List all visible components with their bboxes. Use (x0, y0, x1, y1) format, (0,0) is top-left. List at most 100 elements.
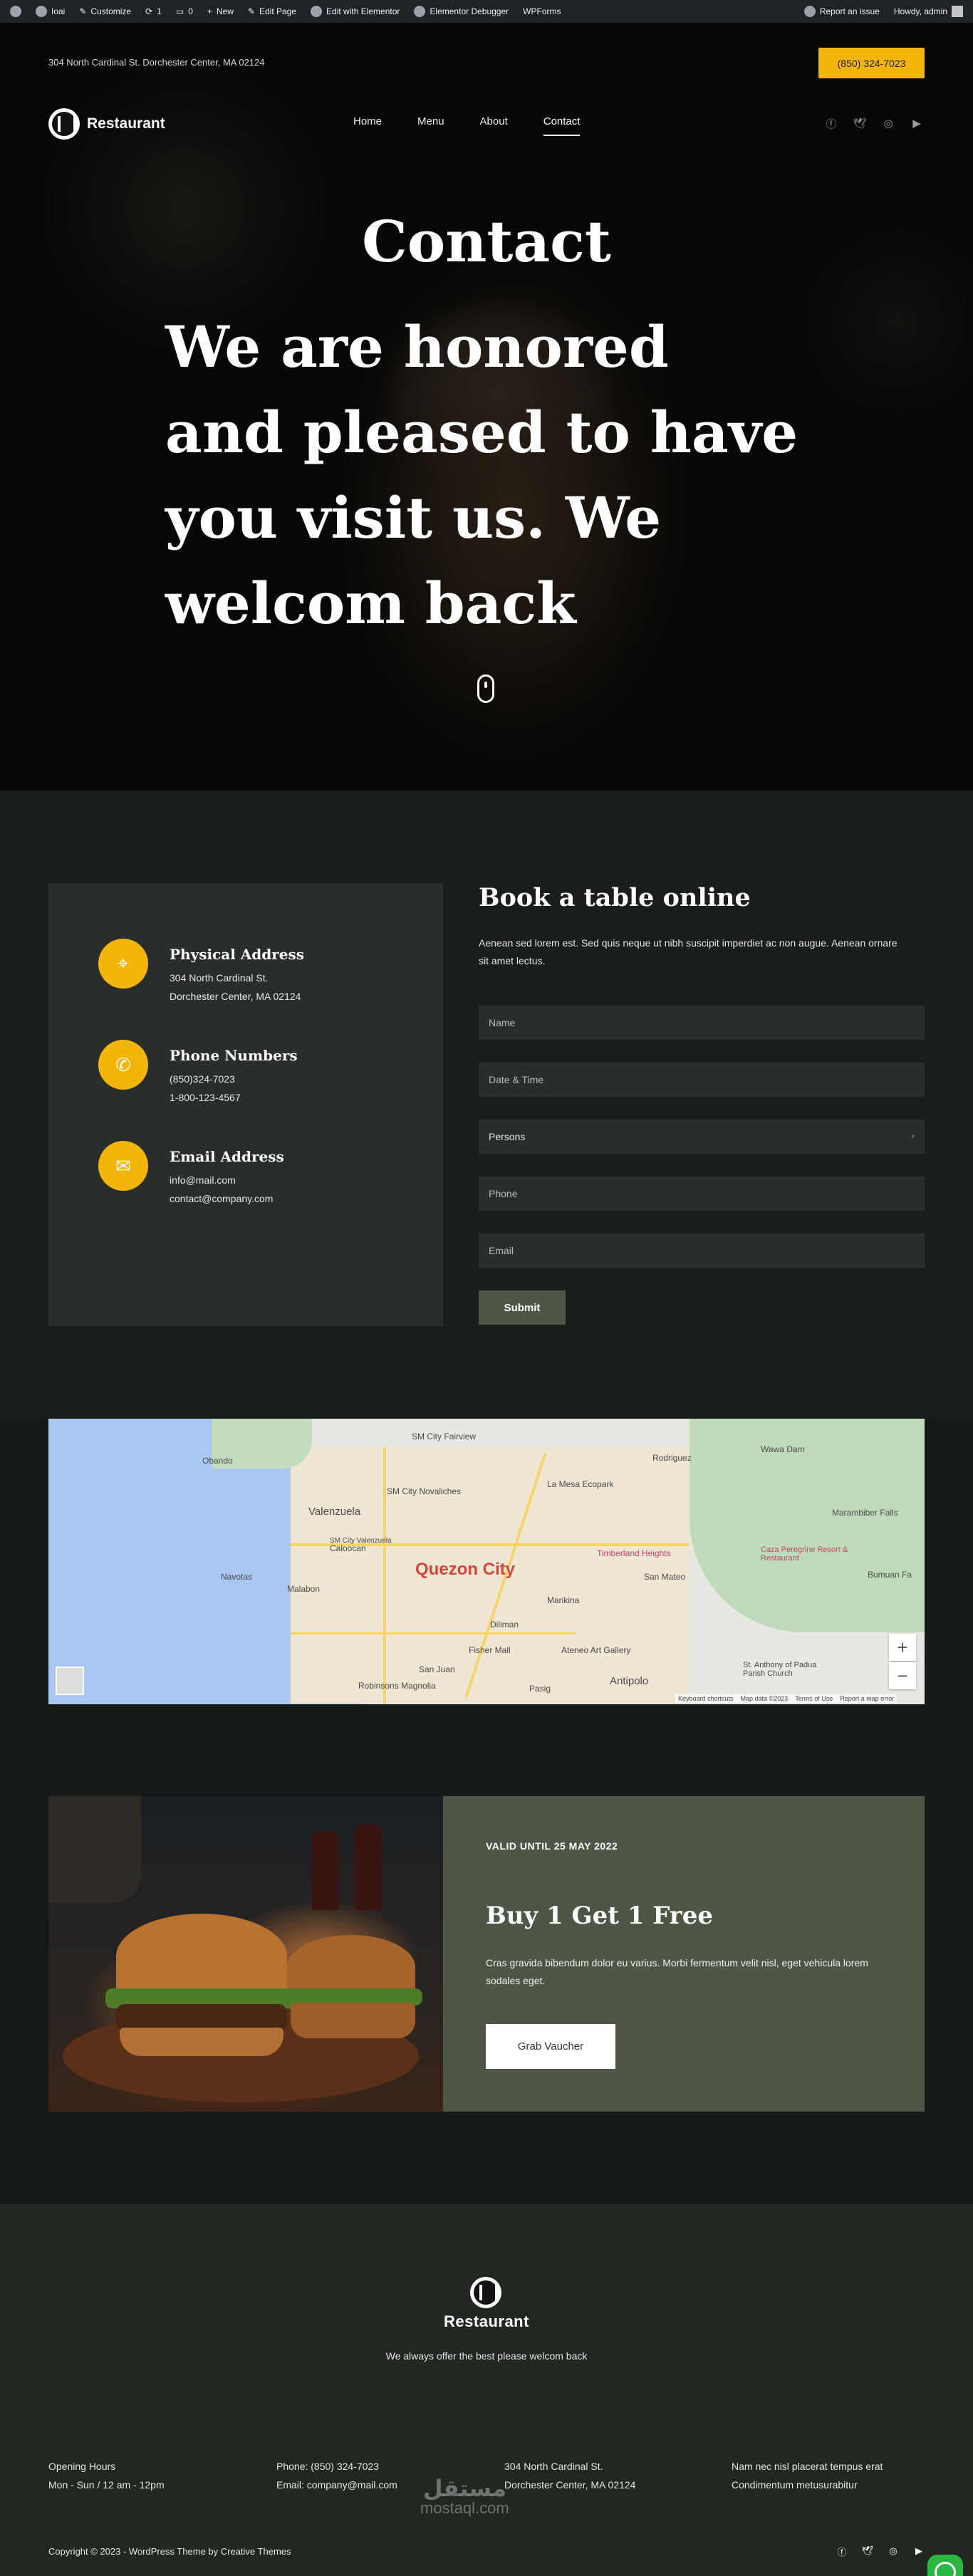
adminbar-howdy[interactable]: Howdy, admin (894, 6, 963, 17)
map-label: Wawa Dam (761, 1444, 805, 1454)
map-road (291, 1632, 576, 1634)
restaurant-logo-icon[interactable] (470, 2277, 501, 2308)
persons-select[interactable]: Persons ▾ (479, 1120, 925, 1154)
map-label: Caloocan (330, 1543, 366, 1553)
adminbar-new[interactable]: + New (207, 6, 234, 16)
footer-social-links: ⓕ 🕊 ◎ ▶ (836, 2545, 925, 2557)
map-label: Bumuan Fa (868, 1570, 912, 1580)
comment-icon: ▭ (175, 6, 184, 16)
map-label: St. Anthony of Padua Parish Church (743, 1661, 817, 1678)
info-address-line: Dorchester Center, MA 02124 (170, 991, 301, 1002)
burger-image (48, 1796, 443, 2112)
phone-input[interactable] (479, 1177, 925, 1211)
map-label: La Mesa Ecopark (547, 1479, 614, 1489)
plus-icon: + (207, 6, 212, 16)
instagram-icon[interactable]: ◎ (887, 2545, 900, 2557)
promo-section: VALID UNTIL 25 MAY 2022 Buy 1 Get 1 Free… (48, 1796, 925, 2112)
youtube-icon[interactable]: ▶ (912, 2545, 925, 2557)
promo-title: Buy 1 Get 1 Free (486, 1902, 713, 1930)
adminbar-updates[interactable]: ⟳ 1 (145, 6, 162, 16)
footer-address: 304 North Cardinal St. Dorchester Center… (504, 2461, 636, 2491)
adminbar-site-name[interactable]: Ioai (36, 6, 65, 17)
email-input[interactable] (479, 1234, 925, 1268)
wp-admin-bar: Ioai ✎ Customize ⟳ 1 ▭ 0 + New ✎ Edit Page Ed… (0, 0, 973, 23)
map-attribution: Keyboard shortcuts Map data ©2023 Terms … (675, 1694, 897, 1703)
header-address: 304 North Cardinal St. Dorchester Center… (48, 57, 265, 68)
site-brand[interactable]: Restaurant (48, 108, 165, 140)
info-email-line[interactable]: contact@company.com (170, 1189, 284, 1208)
elementor-icon (311, 6, 323, 17)
twitter-icon[interactable]: 🕊 (853, 117, 866, 130)
adminbar-edit-elementor[interactable]: Edit with Elementor (311, 6, 400, 17)
nav-about[interactable]: About (480, 115, 508, 136)
map-zoom-out-button[interactable]: − (889, 1662, 916, 1689)
map-label: Caza Peregrine Resort & Restaurant (761, 1545, 848, 1563)
adminbar-report-issue[interactable]: Report an issue (803, 6, 880, 17)
nav-menu[interactable]: Menu (417, 115, 444, 136)
map-green-area (690, 1419, 925, 1632)
map-label: San Mateo (644, 1572, 686, 1582)
whatsapp-button[interactable] (927, 2555, 963, 2576)
map-terms-link[interactable]: Terms of Use (795, 1695, 833, 1702)
facebook-icon[interactable]: ⓕ (825, 117, 838, 130)
instagram-icon[interactable]: ◎ (882, 117, 895, 130)
map-label: Malabon (287, 1584, 321, 1594)
map-label: Rodriguez (652, 1453, 692, 1463)
datetime-input[interactable] (479, 1063, 925, 1097)
map-data-credit: Map data ©2023 (740, 1695, 789, 1702)
map-label: Valenzuela (308, 1506, 361, 1518)
bottle-shape (355, 1825, 382, 1910)
adminbar-customize[interactable]: ✎ Customize (79, 6, 131, 16)
watermark-arabic: مستقل (422, 2475, 506, 2502)
info-phone-line[interactable]: 1-800-123-4567 (170, 1088, 298, 1107)
adminbar-edit-page[interactable]: ✎ Edit Page (248, 6, 296, 16)
info-phone-line[interactable]: (850)324-7023 (170, 1070, 298, 1088)
map-keyboard-shortcuts[interactable]: Keyboard shortcuts (678, 1695, 734, 1702)
adminbar-wpforms[interactable]: WPForms (523, 6, 561, 16)
map-report-link[interactable]: Report a map error (840, 1695, 894, 1702)
adminbar-comments[interactable]: ▭ 0 (176, 6, 193, 16)
mostaql-watermark: مستقل mostaql.com (420, 2475, 509, 2518)
footer-brand: Restaurant (444, 2312, 529, 2330)
map-city-label: Quezon City (415, 1560, 516, 1579)
map-label: Obando (202, 1456, 233, 1466)
adminbar-elementor-debugger[interactable]: Elementor Debugger (414, 6, 509, 17)
refresh-icon: ⟳ (145, 6, 153, 16)
contact-section: ⌖ Physical Address 304 North Cardinal St… (0, 791, 973, 1417)
name-input[interactable] (479, 1006, 925, 1040)
map-label: Marambiber Falls (832, 1508, 898, 1518)
info-address: ⌖ Physical Address 304 North Cardinal St… (98, 939, 304, 1006)
promo-panel: VALID UNTIL 25 MAY 2022 Buy 1 Get 1 Free… (443, 1796, 925, 2112)
wordpress-logo-icon[interactable] (10, 6, 21, 17)
phone-icon: ✆ (98, 1040, 148, 1090)
brush-icon: ✎ (79, 6, 87, 16)
nav-home[interactable]: Home (353, 115, 382, 136)
burger-bottom-bun (291, 2003, 415, 2038)
pencil-icon: ✎ (247, 6, 255, 16)
hero-subtitle: We are honored and pleased to have you v… (165, 313, 798, 637)
twitter-icon[interactable]: 🕊 (861, 2545, 874, 2557)
contact-info-card: ⌖ Physical Address 304 North Cardinal St… (48, 883, 443, 1326)
map-label: Robinsons Magnolia (358, 1681, 436, 1691)
booking-title: Book a table online (479, 883, 751, 912)
submit-button[interactable]: Submit (479, 1290, 566, 1325)
grab-voucher-button[interactable]: Grab Vaucher (486, 2024, 615, 2069)
whatsapp-icon (935, 2562, 956, 2576)
copyright-text: Copyright © 2023 - WordPress Theme by Cr… (48, 2546, 291, 2557)
facebook-icon[interactable]: ⓕ (836, 2545, 848, 2557)
youtube-icon[interactable]: ▶ (910, 117, 923, 130)
header-social-links: ⓕ 🕊 ◎ ▶ (825, 117, 923, 130)
map-label: SM City Novaliches (387, 1486, 462, 1496)
header-phone-button[interactable]: (850) 324-7023 (818, 48, 925, 78)
info-phone-title: Phone Numbers (170, 1047, 298, 1064)
chevron-down-icon: ▾ (910, 1132, 915, 1141)
map-fullscreen-toggle[interactable] (56, 1667, 84, 1695)
info-phone: ✆ Phone Numbers (850)324-7023 1-800-123-… (98, 1040, 298, 1107)
map-label: SM City Valenzuela (330, 1537, 392, 1545)
scroll-mouse-icon[interactable] (477, 674, 494, 703)
google-map[interactable]: Quezon City Obando Valenzuela Navotas Ma… (48, 1419, 925, 1704)
basket-shape (48, 1796, 141, 1903)
map-zoom-in-button[interactable]: + (889, 1634, 916, 1661)
nav-contact[interactable]: Contact (543, 115, 580, 136)
info-email-line[interactable]: info@mail.com (170, 1171, 284, 1189)
